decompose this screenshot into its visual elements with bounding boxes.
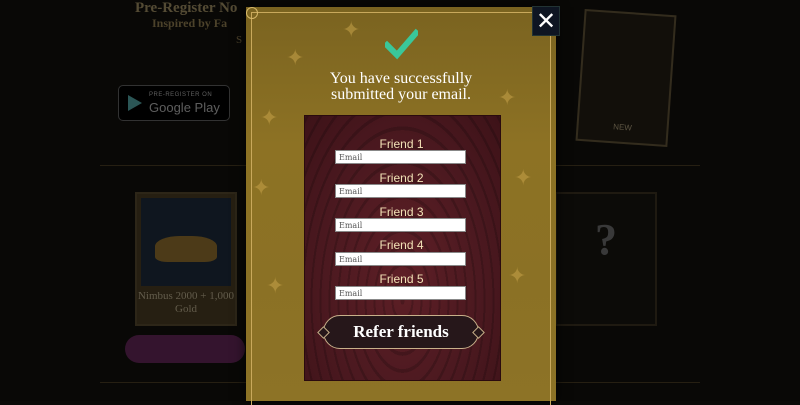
tilted-reward-card: NEW <box>575 8 677 148</box>
reward-card: Nimbus 2000 + 1,000 Gold <box>135 192 237 326</box>
success-message: You have successfully submitted your ema… <box>329 70 473 103</box>
sparkle-icon: ✦ <box>252 175 271 200</box>
bg-title: Pre-Register No <box>135 0 238 16</box>
progress-bar <box>125 335 245 363</box>
friend-3-label: Friend 3 <box>379 205 424 219</box>
sparkle-icon: ✦ <box>514 165 533 190</box>
google-play-badge: PRE-REGISTER ON Google Play <box>118 85 230 121</box>
broom-gold-image <box>141 198 231 286</box>
tilted-card-label: NEW <box>612 122 633 133</box>
friend-5-email-input[interactable] <box>335 286 466 300</box>
sparkle-icon: ✦ <box>508 263 527 288</box>
play-store-icon <box>128 95 142 111</box>
friend-3-email-input[interactable] <box>335 218 466 232</box>
bg-subtitle: Inspired by Fa <box>152 16 228 30</box>
sparkle-icon: ✦ <box>260 105 279 130</box>
friend-1-email-input[interactable] <box>335 150 466 164</box>
sparkle-icon: ✦ <box>286 45 305 70</box>
friend-1-label: Friend 1 <box>379 137 424 151</box>
refer-friends-button[interactable]: Refer friends <box>317 315 485 349</box>
play-badge-small-text: PRE-REGISTER ON <box>149 92 213 98</box>
close-button[interactable]: ✕ <box>532 6 560 36</box>
reward-card-caption: Nimbus 2000 + 1,000 Gold <box>137 290 235 315</box>
refer-friends-label: Refer friends <box>353 322 449 341</box>
play-badge-big-text: Google Play <box>149 100 220 115</box>
mystery-reward-card: ? <box>555 192 657 326</box>
friend-2-label: Friend 2 <box>379 171 424 185</box>
bg-subtitle-2: S <box>236 34 243 46</box>
friend-2-email-input[interactable] <box>335 184 466 198</box>
friend-4-email-input[interactable] <box>335 252 466 266</box>
sparkle-icon: ✦ <box>342 17 361 42</box>
close-icon: ✕ <box>535 7 557 35</box>
mystery-question-mark: ? <box>595 215 617 264</box>
sparkle-icon: ✦ <box>266 273 285 298</box>
friend-5-label: Friend 5 <box>379 272 424 286</box>
corner-ornament <box>246 7 258 19</box>
checkmark-icon <box>385 28 418 60</box>
friend-4-label: Friend 4 <box>379 238 424 252</box>
